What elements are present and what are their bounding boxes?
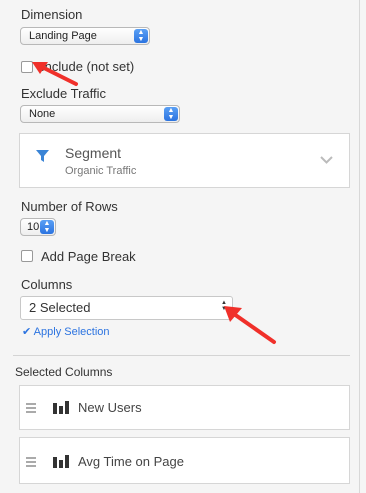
exclude-traffic-select[interactable]: None ▲ ▼ <box>20 105 180 123</box>
exclude-traffic-select-value: None <box>29 108 56 120</box>
divider <box>13 355 350 356</box>
select-stepper-icon: ▲ ▼ <box>40 220 54 234</box>
columns-select[interactable]: 2 Selected ▲ ▼ <box>20 296 233 320</box>
selected-column-label: Avg Time on Page <box>78 454 184 469</box>
select-stepper-icon: ▲ ▼ <box>164 107 178 121</box>
page-break-checkbox[interactable] <box>21 250 33 262</box>
dimension-select-value: Landing Page <box>29 30 97 42</box>
selected-column-item[interactable]: Avg Time on Page <box>19 437 350 484</box>
selected-column-label: New Users <box>78 400 142 415</box>
columns-select-value: 2 Selected <box>29 300 91 315</box>
segment-subtitle: Organic Traffic <box>65 165 137 177</box>
drag-handle-icon[interactable] <box>26 457 36 467</box>
rows-label: Number of Rows <box>21 199 118 214</box>
columns-label: Columns <box>21 277 73 292</box>
dimension-select[interactable]: Landing Page ▲ ▼ <box>20 27 150 45</box>
drag-handle-icon[interactable] <box>26 403 36 413</box>
selected-columns-label: Selected Columns <box>15 365 113 379</box>
dimension-label: Dimension <box>21 7 83 22</box>
segment-card[interactable]: Segment Organic Traffic <box>19 133 350 188</box>
chevron-down-icon[interactable] <box>320 156 333 164</box>
segment-title: Segment <box>65 145 122 161</box>
annotation-arrow-icon <box>32 62 78 86</box>
exclude-traffic-label: Exclude Traffic <box>21 86 107 101</box>
apply-selection-link[interactable]: ✔ Apply Selection <box>22 325 110 338</box>
rows-select[interactable]: 10 ▲ ▼ <box>20 218 56 236</box>
page-break-label: Add Page Break <box>41 249 136 264</box>
selected-column-item[interactable]: New Users <box>19 385 350 430</box>
bar-chart-icon <box>53 401 69 414</box>
bar-chart-icon <box>53 455 69 468</box>
select-stepper-icon: ▲ ▼ <box>134 29 148 43</box>
filter-icon <box>36 150 49 162</box>
annotation-arrow-icon <box>224 306 276 344</box>
apply-selection-label: Apply Selection <box>33 326 110 338</box>
check-icon: ✔ <box>22 326 32 338</box>
rows-select-value: 10 <box>27 221 40 233</box>
